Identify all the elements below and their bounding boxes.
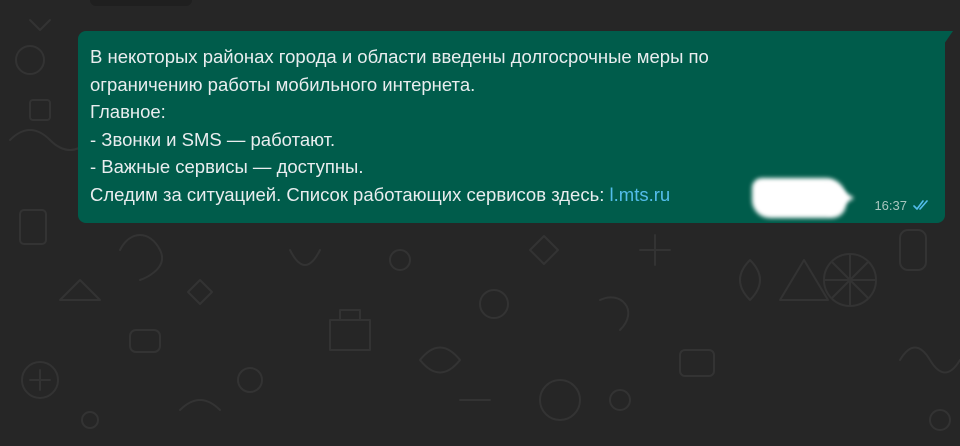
previous-message-edge: [90, 0, 192, 6]
message-time: 16:37: [874, 198, 907, 213]
redaction-mark-tip: [828, 181, 854, 215]
message-link[interactable]: l.mts.ru: [610, 184, 671, 205]
outgoing-message-bubble[interactable]: В некоторых районах города и области вве…: [78, 31, 953, 223]
double-check-read-icon: [913, 200, 928, 210]
message-line: - Звонки и SMS — работают.: [90, 128, 336, 150]
bubble-tail: [944, 31, 953, 44]
message-line: - Важные сервисы — доступны.: [90, 156, 364, 177]
message-line-text: Следим за ситуацией. Список работающих с…: [90, 183, 610, 205]
message-line: Главное:: [90, 101, 166, 122]
message-meta: 16:37: [874, 198, 931, 213]
message-line: В некоторых районах города и области вве…: [90, 46, 709, 67]
message-line: ограничению работы мобильного интернета.: [90, 73, 476, 95]
